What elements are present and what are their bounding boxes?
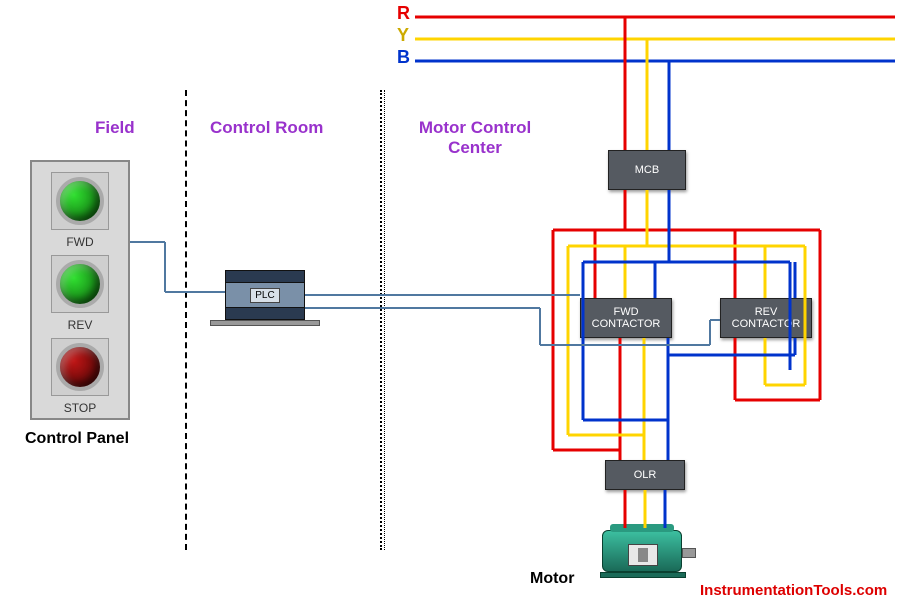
stop-button[interactable] xyxy=(56,343,104,391)
watermark: InstrumentationTools.com xyxy=(700,582,887,599)
fwd-button-label: FWD xyxy=(50,235,110,249)
label-control-room: Control Room xyxy=(210,118,323,138)
fwd-contactor-unit: FWD CONTACTOR xyxy=(580,298,672,338)
divider-field-room xyxy=(185,90,187,550)
olr-unit: OLR xyxy=(605,460,685,490)
motor-caption: Motor xyxy=(530,570,574,588)
phase-r-label: R xyxy=(397,3,410,24)
phase-y-label: Y xyxy=(397,25,409,46)
stop-button-label: STOP xyxy=(50,401,110,415)
plc-unit: PLC xyxy=(225,270,305,320)
mcb-unit: MCB xyxy=(608,150,686,190)
rev-button-label: REV xyxy=(50,318,110,332)
phase-b-label: B xyxy=(397,47,410,68)
olr-label: OLR xyxy=(634,469,657,481)
rev-contactor-unit: REV CONTACTOR xyxy=(720,298,812,338)
plc-rail xyxy=(210,320,320,326)
plc-label: PLC xyxy=(250,288,279,303)
rev-contactor-label: REV CONTACTOR xyxy=(721,306,811,330)
divider-room-mcc-2 xyxy=(384,90,385,550)
label-mcc: Motor Control Center xyxy=(400,118,550,158)
label-field: Field xyxy=(95,118,135,138)
mcb-label: MCB xyxy=(635,164,659,176)
rev-button[interactable] xyxy=(56,260,104,308)
motor-unit xyxy=(590,520,700,580)
control-panel-caption: Control Panel xyxy=(25,430,129,448)
divider-room-mcc xyxy=(380,90,382,550)
fwd-button[interactable] xyxy=(56,177,104,225)
fwd-contactor-label: FWD CONTACTOR xyxy=(581,306,671,330)
